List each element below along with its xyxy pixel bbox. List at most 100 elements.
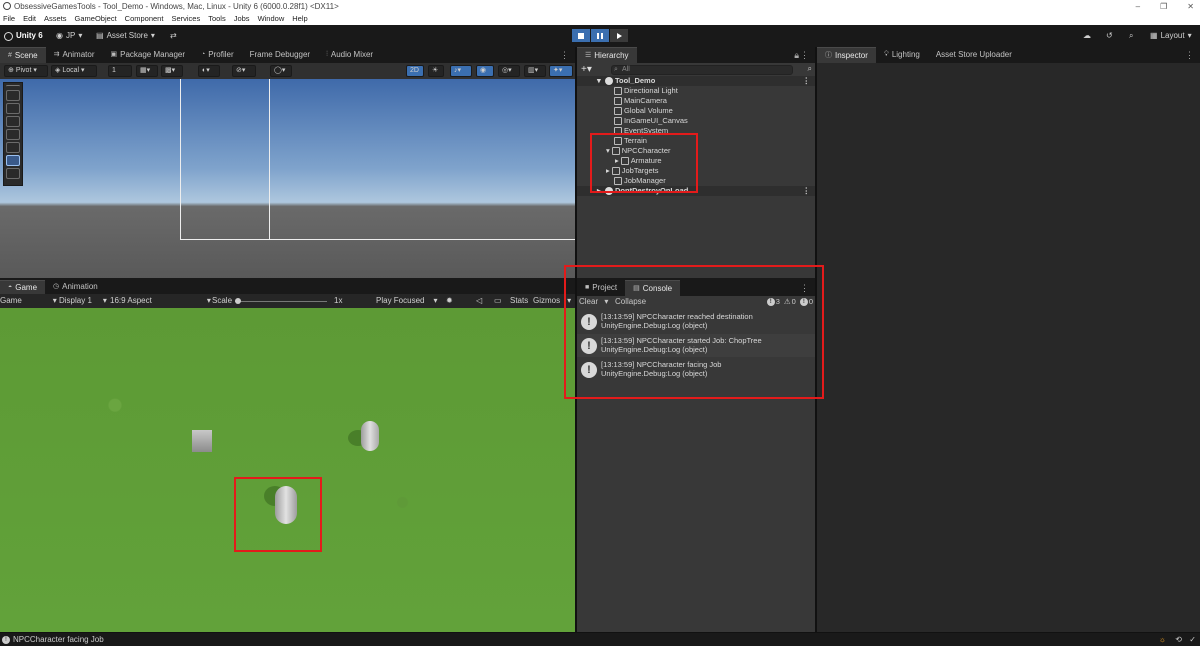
minimize-icon[interactable]: – [1136,0,1140,13]
tab-animation[interactable]: ◷ Animation [45,280,106,294]
pivot-dropdown[interactable]: ⊕ Pivot ▾ [4,65,48,77]
menu-jobs[interactable]: Jobs [234,13,250,25]
shading-icon[interactable]: ◐▾ [198,65,220,77]
maximize-icon[interactable]: ❐ [1160,0,1167,13]
audio-mixer-icon: ⫶ [326,51,328,58]
hand-tool-icon[interactable] [6,103,20,114]
check-icon[interactable]: ✓ [1189,633,1196,646]
grid-toggle-icon[interactable]: ▩▾ [161,65,183,77]
effects-icon[interactable]: ◎▾ [498,65,520,77]
asset-store-button[interactable]: ▤ Asset Store ▾ [96,30,155,42]
menu-component[interactable]: Component [125,13,164,25]
aspect-dropdown[interactable]: 16:9 Aspect ▾ [110,295,211,307]
scale-thumb[interactable] [235,298,242,304]
render-mode-icon[interactable]: ◯▾ [270,65,292,77]
cache-icon[interactable]: ⟲ [1175,633,1182,646]
scale-tool-icon[interactable] [6,142,20,153]
menu-file[interactable]: File [3,13,15,25]
grid-snap-icon[interactable]: ▦▾ [136,65,158,77]
bug-icon[interactable]: ✹ [446,295,453,307]
pause-icon [597,32,603,39]
close-icon[interactable]: ✕ [1187,0,1194,13]
mode-2d-toggle[interactable]: 2D [406,65,424,77]
stats-button[interactable]: Stats [510,295,528,307]
display-dropdown[interactable]: Display 1 ▾ [59,295,107,307]
layout-dropdown[interactable]: ▦ Layout ▾ [1150,30,1192,42]
view-tool-icon[interactable] [6,90,20,101]
visibility-icon[interactable]: ◉ [476,65,494,77]
tab-scene[interactable]: # Scene [0,47,46,63]
menu-edit[interactable]: Edit [23,13,36,25]
play-mode-label: Play Focused [376,296,425,305]
game-view[interactable] [0,308,575,632]
cloud-icon[interactable]: ☁ [1083,30,1091,42]
play-mode-dropdown[interactable]: Play Focused ▾ [376,295,437,307]
hierarchy-item-directional-light[interactable]: Directional Light [614,86,678,96]
kebab-menu-icon[interactable]: ⋮ [560,50,569,61]
progress-icon[interactable]: ☼ [1159,633,1166,646]
menu-tools[interactable]: Tools [208,13,226,25]
lock-icon[interactable]: 🔒︎ [794,50,799,61]
add-object-button[interactable]: +▾ [581,64,592,75]
drag-handle-icon[interactable] [6,85,20,88]
mute-audio-icon[interactable]: ◁ [476,295,482,307]
menu-gameobject[interactable]: GameObject [75,13,117,25]
version-control-icon[interactable]: ⇄ [170,30,177,42]
tab-animator[interactable]: ⇉ Animator [46,47,103,63]
rotate-tool-icon[interactable] [6,129,20,140]
draw-mode-icon[interactable]: ⊘▾ [232,65,256,77]
hierarchy-search-input[interactable]: ⌕ All [611,65,793,75]
kebab-menu-icon[interactable]: ⋮ [803,186,811,196]
account-label: JP [65,31,76,40]
hierarchy-item-ingameui-canvas[interactable]: InGameUI_Canvas [614,116,688,126]
stats-overlay-icon[interactable]: ▥▾ [524,65,546,77]
menu-services[interactable]: Services [171,13,200,25]
tab-audio-mixer[interactable]: ⫶ Audio Mixer [318,47,381,63]
lighting-toggle-icon[interactable]: ☀ [428,65,444,77]
menu-window[interactable]: Window [258,13,285,25]
account-button[interactable]: ◉ JP ▾ [56,30,82,42]
menu-help[interactable]: Help [292,13,307,25]
filter-icon[interactable]: ⌕ [808,64,812,74]
scale-slider[interactable]: Scale 1x [212,295,342,307]
play-button[interactable] [572,29,590,42]
scene-view[interactable] [0,79,575,278]
status-message[interactable]: NPCCharacter facing Job [13,633,104,646]
tab-game[interactable]: ◓ Game [0,280,46,294]
kebab-menu-icon[interactable]: ⋮ [800,50,809,61]
history-icon[interactable]: ↺ [1106,30,1113,42]
keyboard-icon[interactable]: ▭ [494,295,502,307]
tab-inspector[interactable]: ⓘ Inspector [817,47,876,63]
tab-package-manager[interactable]: ▣ Package Manager [102,47,193,63]
step-button[interactable] [610,29,628,42]
transform-tool-icon[interactable] [6,168,20,179]
menu-assets[interactable]: Assets [44,13,67,25]
move-tool-icon[interactable] [6,116,20,127]
pause-button[interactable] [591,29,609,42]
grid-size-input[interactable]: 1 [108,65,132,77]
inspector-panel [817,63,1200,632]
pivot-icon: ⊕ [8,67,14,74]
kebab-menu-icon[interactable]: ⋮ [803,76,811,86]
rect-tool-icon[interactable] [6,155,20,166]
hierarchy-item-global-volume[interactable]: Global Volume [614,106,673,116]
local-dropdown[interactable]: ◈ Local ▾ [51,65,97,77]
game-view-dropdown[interactable]: Game ▾ [0,295,57,307]
tab-hierarchy[interactable]: ☰ Hierarchy [577,47,637,63]
unity-version-button[interactable]: Unity 6 [4,30,43,42]
tab-label: Animator [62,50,95,59]
tab-frame-debugger[interactable]: Frame Debugger [242,47,318,63]
search-icon[interactable]: ⌕ [1129,30,1133,42]
tab-lighting[interactable]: 💡︎ Lighting [876,47,928,63]
aspect-label: 16:9 Aspect [110,296,152,305]
tab-profiler[interactable]: ◔ Profiler [193,47,242,63]
audio-toggle-icon[interactable]: ♪▾ [450,65,472,77]
hierarchy-item-main-camera[interactable]: MainCamera [614,96,667,106]
item-label: InGameUI_Canvas [624,116,688,125]
gameobject-icon [614,97,622,105]
kebab-menu-icon[interactable]: ⋮ [1185,50,1194,61]
tab-asset-store-uploader[interactable]: Asset Store Uploader [928,47,1020,63]
gizmos-toggle-icon[interactable]: ✦▾ [549,65,573,77]
window-title: ObsessiveGamesTools - Tool_Demo - Window… [14,2,339,11]
scene-row-tool-demo[interactable]: ▾ Tool_Demo ⋮ [577,76,815,86]
